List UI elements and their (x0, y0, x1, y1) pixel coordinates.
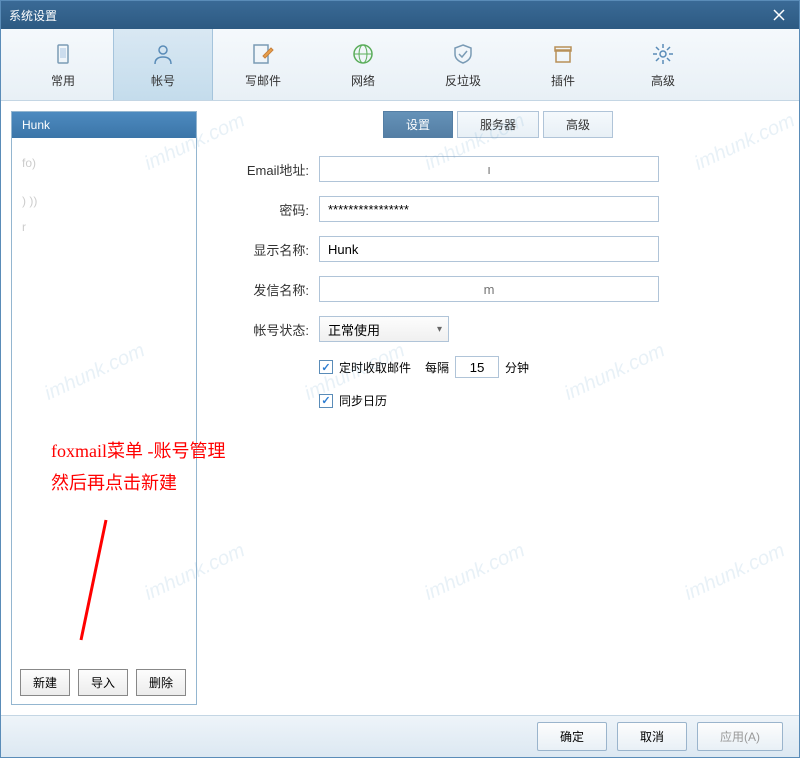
edit-icon (249, 40, 277, 68)
sender-name-label: 发信名称: (217, 280, 309, 299)
title-text: 系统设置 (9, 7, 57, 24)
close-icon (773, 9, 785, 21)
import-button[interactable]: 导入 (78, 669, 128, 696)
shield-icon (449, 40, 477, 68)
toolbar-label: 网络 (351, 72, 375, 89)
account-item[interactable]: r (12, 214, 196, 240)
settings-tabs: 设置 服务器 高级 (207, 111, 789, 138)
account-item[interactable]: fo) (12, 150, 196, 176)
status-label: 帐号状态: (217, 320, 309, 339)
ok-button[interactable]: 确定 (537, 722, 607, 751)
account-item[interactable]: Hunk (12, 112, 196, 138)
password-field[interactable] (319, 196, 659, 222)
user-icon (149, 40, 177, 68)
sidebar-buttons: 新建 导入 删除 (12, 661, 196, 704)
toolbar-label: 常用 (51, 72, 75, 89)
toolbar-account[interactable]: 帐号 (113, 29, 213, 100)
toolbar-label: 高级 (651, 72, 675, 89)
globe-icon (349, 40, 377, 68)
account-item[interactable] (12, 176, 196, 188)
chevron-down-icon: ▾ (437, 324, 442, 335)
sync-calendar-label: 同步日历 (339, 392, 387, 409)
fetch-checkbox[interactable] (319, 360, 333, 374)
cancel-button[interactable]: 取消 (617, 722, 687, 751)
toolbar-antispam[interactable]: 反垃圾 (413, 29, 513, 100)
account-form: Email地址: 密码: 显示名称: 发信名称: 帐号状态: (207, 156, 789, 423)
toolbar-compose[interactable]: 写邮件 (213, 29, 313, 100)
gear-icon (649, 40, 677, 68)
close-button[interactable] (759, 1, 799, 29)
main-panel: 设置 服务器 高级 Email地址: 密码: 显示名称: (207, 111, 789, 705)
tab-server[interactable]: 服务器 (457, 111, 539, 138)
display-name-field[interactable] (319, 236, 659, 262)
account-list[interactable]: Hunk fo) ) )) r (12, 112, 196, 661)
toolbar-label: 插件 (551, 72, 575, 89)
toolbar-label: 反垃圾 (445, 72, 481, 89)
interval-prefix: 每隔 (425, 359, 449, 376)
account-item[interactable]: ) )) (12, 188, 196, 214)
email-label: Email地址: (217, 160, 309, 179)
status-select[interactable]: 正常使用 ▾ (319, 316, 449, 342)
email-field[interactable] (319, 156, 659, 182)
password-label: 密码: (217, 200, 309, 219)
sync-calendar-checkbox[interactable] (319, 394, 333, 408)
settings-dialog: 系统设置 常用 帐号 写邮件 网络 反垃圾 插件 (0, 0, 800, 758)
toolbar-network[interactable]: 网络 (313, 29, 413, 100)
toolbar-plugins[interactable]: 插件 (513, 29, 613, 100)
account-item[interactable] (12, 138, 196, 150)
toolbar-advanced[interactable]: 高级 (613, 29, 713, 100)
dialog-button-bar: 确定 取消 应用(A) (1, 715, 799, 757)
interval-field[interactable] (455, 356, 499, 378)
display-name-label: 显示名称: (217, 240, 309, 259)
account-sidebar: Hunk fo) ) )) r 新建 导入 删除 (11, 111, 197, 705)
toolbar-label: 写邮件 (245, 72, 281, 89)
fetch-label: 定时收取邮件 (339, 359, 411, 376)
toolbar-general[interactable]: 常用 (13, 29, 113, 100)
category-toolbar: 常用 帐号 写邮件 网络 反垃圾 插件 高级 (1, 29, 799, 101)
tab-advanced[interactable]: 高级 (543, 111, 613, 138)
interval-suffix: 分钟 (505, 359, 529, 376)
box-icon (549, 40, 577, 68)
sender-name-field[interactable] (319, 276, 659, 302)
apply-button[interactable]: 应用(A) (697, 722, 783, 751)
toolbar-label: 帐号 (151, 72, 175, 89)
new-button[interactable]: 新建 (20, 669, 70, 696)
tab-settings[interactable]: 设置 (383, 111, 453, 138)
content-area: Hunk fo) ) )) r 新建 导入 删除 设置 服务器 (1, 101, 799, 715)
status-value: 正常使用 (328, 320, 380, 339)
delete-button[interactable]: 删除 (136, 669, 186, 696)
device-icon (49, 40, 77, 68)
titlebar: 系统设置 (1, 1, 799, 29)
